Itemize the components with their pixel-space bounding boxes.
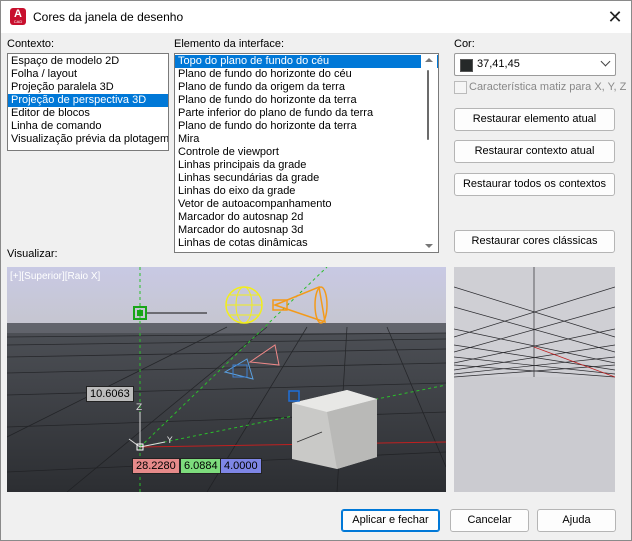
app-logo-icon: A CAD — [10, 8, 26, 25]
grid-preview-panel — [454, 267, 615, 492]
interface-element-item[interactable]: Topo do plano de fundo do céu — [175, 55, 438, 68]
restore-context-button[interactable]: Restaurar contexto atual — [454, 140, 615, 163]
context-list-item[interactable]: Projeção paralela 3D — [8, 81, 168, 94]
restore-all-button[interactable]: Restaurar todos os contextos — [454, 173, 615, 196]
interface-element-item[interactable]: Controle de viewport — [175, 146, 438, 159]
list-scrollbar[interactable] — [421, 55, 437, 251]
interface-element-item[interactable]: Plano de fundo do horizonte da terra — [175, 120, 438, 133]
context-list-item[interactable]: Visualização prévia da plotagem — [8, 133, 168, 146]
apply-close-button[interactable]: Aplicar e fechar — [341, 509, 440, 532]
interface-element-list[interactable]: Topo do plano de fundo do céu Plano de fu… — [174, 53, 439, 253]
color-select[interactable]: 37,41,45 — [454, 53, 616, 76]
interface-element-item[interactable]: Marcador do autosnap 2d — [175, 211, 438, 224]
viewport-title: [+][Superior][Raio X] — [10, 271, 101, 282]
interface-element-item[interactable]: Mira — [175, 133, 438, 146]
grid-preview — [454, 267, 615, 492]
interface-element-item[interactable]: Vetor de autoacompanhamento — [175, 198, 438, 211]
interface-element-item[interactable]: Linhas principais da grade — [175, 159, 438, 172]
context-list-item[interactable]: Linha de comando — [8, 120, 168, 133]
dimension-readout: 10.6063 — [86, 386, 134, 402]
x-coordinate-field: 28.2280 — [132, 458, 180, 474]
restore-element-button[interactable]: Restaurar elemento atual — [454, 108, 615, 131]
interface-element-label: Elemento da interface: — [174, 38, 285, 50]
preview-label: Visualizar: — [7, 248, 58, 260]
dialog-title: Cores da janela de desenho — [33, 10, 184, 24]
tint-checkbox[interactable] — [454, 81, 467, 94]
context-list[interactable]: Espaço de modelo 2D Folha / layout Projeçã… — [7, 53, 169, 151]
context-list-item[interactable]: Editor de blocos — [8, 107, 168, 120]
scroll-thumb[interactable] — [427, 70, 429, 140]
context-label: Contexto: — [7, 38, 55, 50]
interface-element-item[interactable]: Plano de fundo da origem da terra — [175, 81, 438, 94]
scroll-up-icon[interactable] — [425, 58, 433, 62]
color-value: 37,41,45 — [477, 58, 520, 70]
cancel-button[interactable]: Cancelar — [450, 509, 529, 532]
interface-element-item[interactable]: Marcador do autosnap 3d — [175, 224, 438, 237]
svg-text:Z: Z — [136, 403, 142, 413]
title-bar: A CAD Cores da janela de desenho ✕ — [1, 1, 631, 33]
preview-viewport: Z Y [+][Superior][Raio X] 10.6063 28.228… — [7, 267, 446, 492]
interface-element-item[interactable]: Linhas de cotas dinâmicas — [175, 237, 438, 250]
context-list-item[interactable]: Espaço de modelo 2D — [8, 55, 168, 68]
interface-element-item[interactable]: Linhas do eixo da grade — [175, 185, 438, 198]
scroll-down-icon[interactable] — [425, 244, 433, 248]
svg-text:Y: Y — [166, 436, 173, 446]
interface-element-item[interactable]: Parte inferior do plano de fundo da terr… — [175, 107, 438, 120]
color-swatch — [460, 59, 473, 72]
color-label: Cor: — [454, 38, 475, 50]
interface-element-item[interactable]: Plano de fundo do horizonte do céu — [175, 68, 438, 81]
color-dialog: A CAD Cores da janela de desenho ✕ Contex… — [0, 0, 632, 541]
tint-checkbox-label: Característica matiz para X, Y, Z — [469, 81, 627, 93]
restore-classic-button[interactable]: Restaurar cores clássicas — [454, 230, 615, 253]
z-coordinate-field: 4.0000 — [220, 458, 262, 474]
context-list-item[interactable]: Projeção de perspectiva 3D — [8, 94, 168, 107]
interface-element-item[interactable]: Plano de fundo do horizonte da terra — [175, 94, 438, 107]
interface-element-item[interactable]: Linhas secundárias da grade — [175, 172, 438, 185]
close-icon[interactable]: ✕ — [605, 7, 625, 27]
chevron-down-icon[interactable] — [600, 56, 611, 67]
help-button[interactable]: Ajuda — [537, 509, 616, 532]
context-list-item[interactable]: Folha / layout — [8, 68, 168, 81]
y-coordinate-field: 6.0884 — [180, 458, 222, 474]
